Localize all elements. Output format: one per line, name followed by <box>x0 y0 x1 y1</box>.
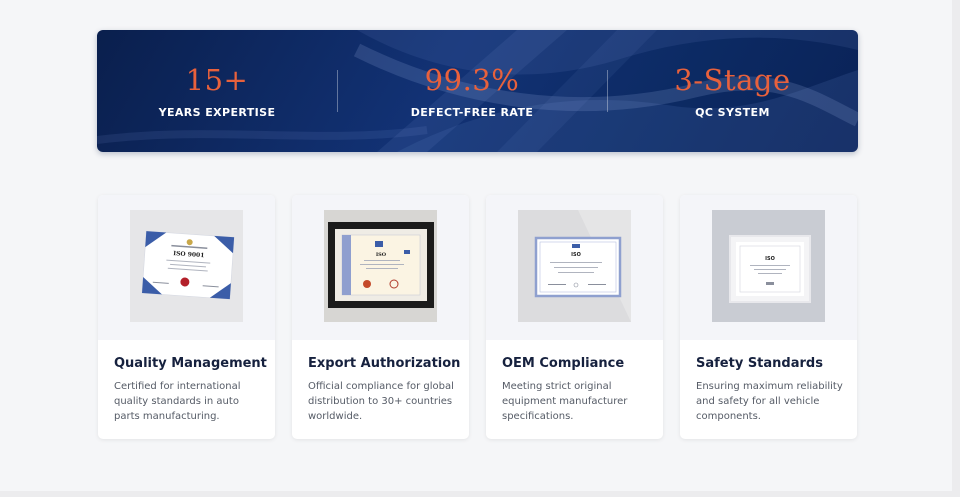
card-oem-compliance[interactable]: ISO OEM Compliance Meeting strict origin… <box>486 195 663 439</box>
card-description: Certified for international quality stan… <box>114 381 241 422</box>
card-safety-standards[interactable]: ISO Safety Standards Ensuring maximum re… <box>680 195 857 439</box>
card-export-authorization[interactable]: ISO Export Authorization Official compli… <box>292 195 469 439</box>
card-title: Safety Standards <box>696 356 823 371</box>
stat-qc-system: 3-Stage QC SYSTEM <box>607 30 858 152</box>
certificate-iso-image: ISO <box>518 210 631 322</box>
stat-label: DEFECT-FREE RATE <box>410 106 534 119</box>
card-title: OEM Compliance <box>502 356 625 371</box>
stat-defect-rate: 99.3% DEFECT-FREE RATE <box>337 30 607 152</box>
certificate-image: ISO 9001 <box>98 195 275 340</box>
stats-banner: 15+ YEARS EXPERTISE 99.3% DEFECT-FREE RA… <box>97 30 858 152</box>
card-description: Meeting strict original equipment manufa… <box>502 381 628 422</box>
card-title: Export Authorization <box>308 356 461 371</box>
certificate-image: ISO <box>486 195 663 340</box>
scrollbar-track[interactable] <box>952 0 960 497</box>
certificate-image: ISO <box>292 195 469 340</box>
certificate-text: ISO <box>571 252 581 258</box>
certificate-iso9001-image: ISO 9001 <box>130 210 243 322</box>
certificate-text: ISO <box>376 252 387 258</box>
section-divider <box>0 491 960 497</box>
framed-certificate-image: ISO <box>324 210 437 322</box>
card-description: Ensuring maximum reliability and safety … <box>696 381 843 422</box>
certificate-text: ISO <box>765 256 775 262</box>
card-quality-management[interactable]: ISO 9001 Quality Management Certified fo… <box>98 195 275 439</box>
stat-years: 15+ YEARS EXPERTISE <box>97 30 337 152</box>
stat-label: YEARS EXPERTISE <box>158 106 276 119</box>
stat-value: 15+ <box>185 63 249 97</box>
card-title: Quality Management <box>114 356 267 371</box>
stat-value: 99.3% <box>424 63 520 97</box>
certificate-image: ISO <box>680 195 857 340</box>
stat-value: 3-Stage <box>674 63 791 97</box>
stat-label: QC SYSTEM <box>695 106 770 119</box>
white-framed-certificate-image: ISO <box>712 210 825 322</box>
card-description: Official compliance for global distribut… <box>308 381 454 422</box>
